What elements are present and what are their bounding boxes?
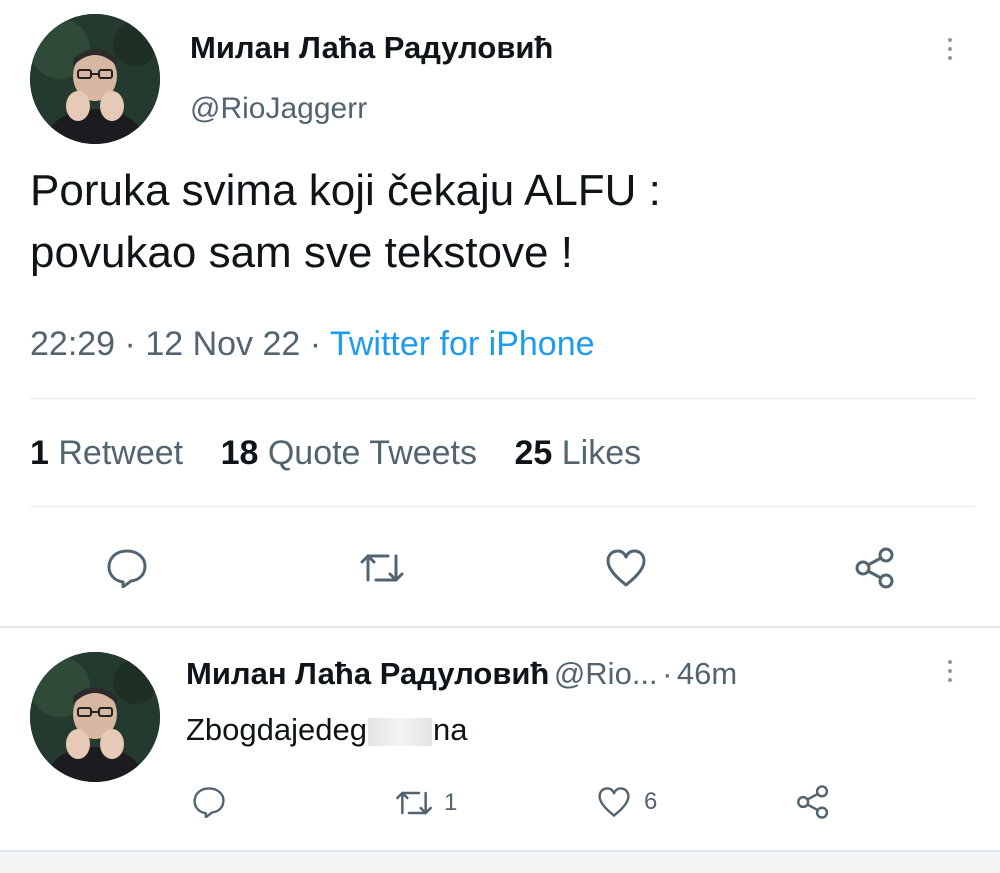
tweet-date[interactable]: 12 Nov 22 (145, 325, 300, 363)
reply-button[interactable] (106, 548, 148, 588)
engagement-stats: 1 Retweet 18 Quote Tweets 25 Likes (30, 434, 669, 473)
speech-bubble-icon (107, 549, 147, 588)
reply-more-icon[interactable] (948, 660, 952, 682)
share-icon (855, 547, 894, 589)
tweet-source-link[interactable]: Twitter for iPhone (330, 325, 595, 363)
reply-like-count: 6 (644, 788, 658, 815)
reply-share-button[interactable] (794, 784, 832, 820)
retweet-icon (360, 554, 404, 582)
author-avatar[interactable] (30, 14, 160, 144)
bottom-divider (0, 850, 1000, 873)
reply-age[interactable]: 46m (677, 656, 737, 691)
tweet-text: Poruka svima koji čekaju ALFU : povukao … (30, 160, 661, 284)
more-icon[interactable] (948, 38, 952, 60)
quote-tweets-stat[interactable]: 18 Quote Tweets (221, 434, 477, 472)
divider (30, 506, 975, 507)
reply-author-name[interactable]: Милан Лаћа Радуловић (186, 656, 549, 691)
reply-reply-button[interactable] (192, 786, 226, 818)
tweet-text-line-2: povukao sam sve tekstove ! (30, 228, 573, 277)
tweet-meta: 22:29 · 12 Nov 22 · Twitter for iPhone (30, 325, 595, 364)
heart-icon (598, 787, 630, 817)
share-button[interactable] (852, 546, 898, 590)
author-name[interactable]: Милан Лаћа Радуловић (190, 30, 553, 66)
share-icon (797, 785, 829, 819)
meta-separator: · (124, 325, 136, 363)
reply-retweet-button[interactable]: 1 (394, 788, 457, 818)
redacted-blur (368, 717, 432, 746)
reply-header: Милан Лаћа Радуловић @Rio... · 46m (186, 656, 737, 692)
reply-retweet-count: 1 (444, 789, 458, 816)
avatar-photo (30, 14, 160, 144)
divider (30, 398, 975, 399)
retweet-icon (396, 791, 432, 815)
avatar-photo (30, 652, 160, 782)
retweets-stat[interactable]: 1 Retweet (30, 434, 183, 472)
tweet-time[interactable]: 22:29 (30, 325, 115, 363)
meta-separator: · (662, 656, 673, 691)
author-handle[interactable]: @RioJaggerr (190, 92, 367, 126)
like-button[interactable] (604, 548, 648, 588)
reply-text-end: na (433, 712, 468, 747)
speech-bubble-icon (193, 787, 225, 818)
tweet-text-line-1: Poruka svima koji čekaju ALFU : (30, 166, 661, 215)
reply-like-button[interactable]: 6 (596, 786, 657, 818)
reply-text-start: Zbogdajedeg (186, 712, 367, 747)
heart-icon (606, 549, 646, 587)
meta-separator: · (309, 325, 322, 363)
divider (0, 626, 1000, 628)
likes-stat[interactable]: 25 Likes (514, 434, 641, 472)
reply-author-handle[interactable]: @Rio... (554, 656, 658, 691)
reply-author-avatar[interactable] (30, 652, 160, 782)
reply-text: Zbogdajedeg na (186, 712, 467, 748)
retweet-button[interactable] (358, 550, 406, 586)
